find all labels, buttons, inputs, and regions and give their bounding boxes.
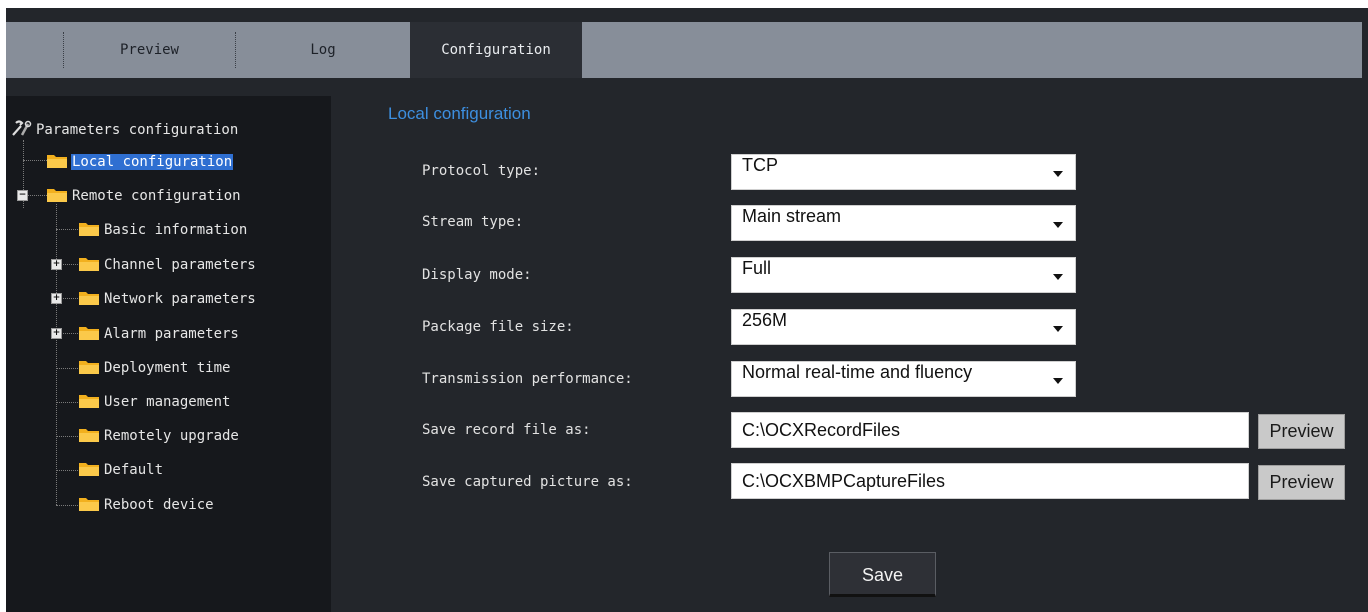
browse-record-path-button[interactable]: Preview [1258,414,1345,449]
save-captured-picture-label: Save captured picture as: [422,474,633,490]
dropdown-arrow-icon [1053,378,1063,384]
save-record-file-label: Save record file as: [422,422,591,438]
tree-item-label: User management [104,394,231,410]
tree-item-label: Network parameters [104,291,256,307]
tree-item-default[interactable]: Default [78,459,164,481]
tree-item-alarm-parameters[interactable]: Alarm parameters [78,323,240,345]
dropdown-arrow-icon [1053,326,1063,332]
tree-item-label: Remotely upgrade [104,428,239,444]
expand-icon[interactable]: + [51,259,62,270]
folder-icon [79,395,99,408]
dropdown-arrow-icon [1053,222,1063,228]
tree-item-local-configuration[interactable]: Local configuration [46,151,234,173]
section-title: Local configuration [388,104,531,123]
folder-icon [79,361,99,374]
protocol-type-label: Protocol type: [422,163,541,179]
tree-item-label: Local configuration [71,154,234,170]
tab-bar: Preview Log Configuration [6,22,1362,78]
display-mode-select[interactable]: Full [731,257,1076,293]
expand-icon[interactable]: + [51,328,62,339]
tree-item-label: Remote configuration [72,188,241,204]
folder-icon [79,292,99,305]
tab-separator [63,32,65,68]
tree-item-channel-parameters[interactable]: Channel parameters [78,254,257,276]
save-button[interactable]: Save [829,552,936,597]
collapse-icon[interactable]: − [17,190,28,201]
expand-icon[interactable]: + [51,293,62,304]
package-file-size-select[interactable]: 256M [731,309,1076,345]
folder-icon [79,223,99,236]
tree-item-remote-configuration[interactable]: Remote configuration [46,185,242,207]
tab-configuration[interactable]: Configuration [410,22,582,78]
tree-item-deployment-time[interactable]: Deployment time [78,357,231,379]
tree-item-basic-information[interactable]: Basic information [78,219,248,241]
protocol-type-value: TCP [742,155,778,175]
tab-separator [235,32,237,68]
transmission-performance-value: Normal real-time and fluency [742,362,973,382]
tree-root-label: Parameters configuration [36,122,239,138]
tree-item-label: Reboot device [104,497,214,513]
config-tree-panel: Parameters configuration Local configura… [6,96,331,612]
folder-icon [79,429,99,442]
capture-file-path-input[interactable]: C:\OCXBMPCaptureFiles [731,463,1249,499]
folder-icon [47,155,67,168]
dropdown-arrow-icon [1053,171,1063,177]
browse-capture-path-button[interactable]: Preview [1258,465,1345,500]
tree-root[interactable]: Parameters configuration [10,119,239,141]
record-file-path-input[interactable]: C:\OCXRecordFiles [731,412,1249,448]
display-mode-value: Full [742,258,772,278]
package-file-size-value: 256M [742,310,788,330]
tree-item-label: Alarm parameters [104,326,239,342]
tree-connector [56,204,57,505]
tab-preview[interactable]: Preview [102,22,197,78]
protocol-type-select[interactable]: TCP [731,154,1076,190]
package-file-size-label: Package file size: [422,319,574,335]
tree-item-user-management[interactable]: User management [78,391,231,413]
folder-icon [79,327,99,340]
tree-item-label: Basic information [104,222,248,238]
dropdown-arrow-icon [1053,274,1063,280]
transmission-performance-select[interactable]: Normal real-time and fluency [731,361,1076,397]
tree-item-label: Deployment time [104,360,231,376]
tree-item-network-parameters[interactable]: Network parameters [78,288,257,310]
folder-icon [47,189,67,202]
display-mode-label: Display mode: [422,267,532,283]
folder-icon [79,258,99,271]
folder-icon [79,463,99,476]
folder-icon [79,498,99,511]
tree-item-reboot-device[interactable]: Reboot device [78,494,215,516]
stream-type-value: Main stream [742,206,842,226]
tree-item-label: Default [104,462,164,478]
stream-type-label: Stream type: [422,214,524,230]
tools-icon [12,120,32,136]
stream-type-select[interactable]: Main stream [731,205,1076,241]
tree-item-label: Channel parameters [104,257,256,273]
transmission-performance-label: Transmission performance: [422,371,633,387]
tree-item-remotely-upgrade[interactable]: Remotely upgrade [78,425,240,447]
tab-log[interactable]: Log [298,22,348,78]
